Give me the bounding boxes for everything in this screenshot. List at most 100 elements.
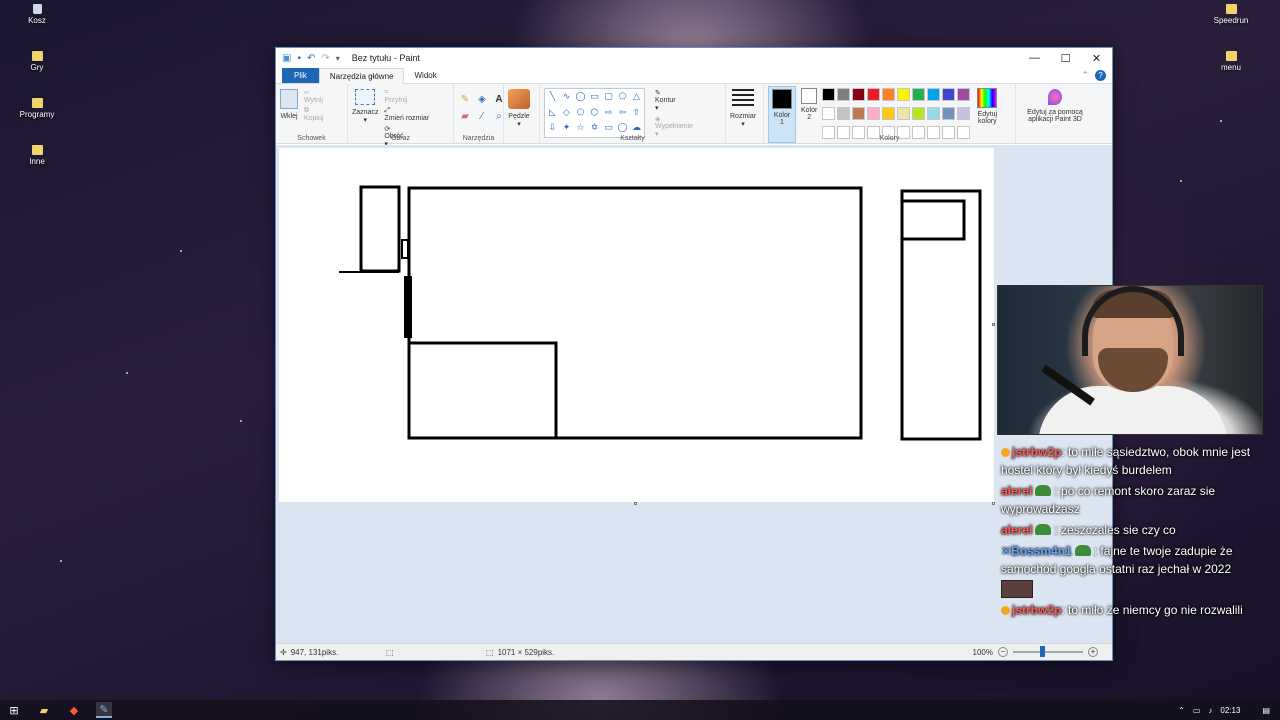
paste-button[interactable]: Wklej (280, 86, 298, 120)
windows-start-icon[interactable]: ⊞ (6, 702, 22, 718)
drawing-canvas[interactable] (279, 148, 994, 502)
resize-handle-bottom[interactable] (634, 502, 637, 505)
palette-swatch[interactable] (822, 107, 836, 120)
shapes-gallery[interactable]: ╲ ∿ ◯ ▭ ▢ ⬠ △ ◺ ◇ ⬠ ⬡ ⇨ ⇦ ⇧ ⇩ ✦ ☆ ✡ ▭ ◯ ☁ (544, 88, 645, 138)
browser-icon[interactable]: ◆ (66, 702, 82, 718)
copy-button[interactable]: ⧉ Kopiuj (304, 107, 323, 122)
notifications-icon[interactable]: ▤ (1262, 706, 1270, 715)
palette-swatch[interactable] (942, 107, 956, 120)
fill-bucket-icon[interactable]: ◈ (475, 94, 489, 105)
palette-swatch[interactable] (882, 107, 896, 120)
palette-swatch[interactable] (837, 107, 851, 120)
palette-swatch[interactable] (882, 88, 896, 101)
right-triangle-shape-icon[interactable]: ◺ (546, 106, 559, 121)
size-button[interactable]: Rozmiar ▾ (730, 86, 756, 128)
cursor-position-icon: ✛ (280, 647, 287, 657)
file-explorer-icon[interactable]: ▰ (36, 702, 52, 718)
diamond-shape-icon[interactable]: ◇ (560, 106, 573, 121)
select-button[interactable]: Zaznacz ▾ (352, 86, 378, 124)
polygon-shape-icon[interactable]: ⬠ (616, 90, 629, 105)
collapse-ribbon-icon[interactable]: ⌃ (1081, 70, 1089, 81)
crop-button[interactable]: ⌗ Przytnij (384, 89, 429, 104)
desktop-icon-recycle-bin[interactable]: Kosz (5, 4, 69, 25)
resize-button[interactable]: ⤢ Zmień rozmiar (384, 107, 429, 122)
clock[interactable]: 02:13 (1220, 706, 1240, 715)
triangle-shape-icon[interactable]: △ (630, 90, 643, 105)
rectangle-shape-icon[interactable]: ▭ (588, 90, 601, 105)
minimize-icon[interactable]: — (1019, 52, 1050, 65)
brushes-button[interactable]: Pędzle ▾ (508, 86, 530, 128)
desktop-icon-programs[interactable]: Programy (5, 98, 69, 119)
palette-swatch[interactable] (942, 88, 956, 101)
palette-swatch[interactable] (867, 88, 881, 101)
palette-swatch[interactable] (912, 88, 926, 101)
line-shape-icon[interactable]: ╲ (546, 90, 559, 105)
zoom-out-button[interactable]: − (998, 647, 1008, 657)
network-icon[interactable]: ▭ (1193, 706, 1201, 715)
pencil-icon[interactable]: ✎ (458, 94, 472, 105)
callout-oval-shape-icon[interactable]: ◯ (616, 121, 629, 136)
four-point-star-shape-icon[interactable]: ✦ (560, 121, 573, 136)
palette-swatch[interactable] (852, 88, 866, 101)
canvas-workspace (276, 145, 1112, 645)
help-icon[interactable]: ? (1095, 70, 1106, 81)
paint-taskbar-icon[interactable]: ✎ (96, 702, 112, 718)
star (1220, 120, 1222, 122)
zoom-slider[interactable] (1013, 646, 1083, 657)
chat-username: jstrbw2p (1012, 603, 1062, 617)
six-point-star-shape-icon[interactable]: ✡ (588, 121, 601, 136)
right-arrow-shape-icon[interactable]: ⇨ (602, 106, 615, 121)
outline-button[interactable]: ✎ Kontur ▾ (655, 89, 693, 112)
volume-icon[interactable]: ♪ (1208, 706, 1212, 715)
paint3d-button[interactable]: Edytuj za pomocą aplikacji Paint 3D (1020, 86, 1090, 123)
callout-cloud-shape-icon[interactable]: ☁ (630, 121, 643, 136)
zoom-in-button[interactable]: + (1088, 647, 1098, 657)
paint3d-icon (1048, 89, 1062, 105)
palette-swatch[interactable] (927, 107, 941, 120)
resize-handle-corner[interactable] (992, 502, 995, 505)
desktop-icon-speedrun[interactable]: Speedrun (1199, 4, 1263, 25)
close-icon[interactable]: ✕ (1081, 52, 1112, 65)
quick-access-dropdown-icon[interactable]: ▾ (336, 54, 340, 63)
tab-view[interactable]: Widok (404, 68, 446, 83)
tab-file[interactable]: Plik (282, 68, 319, 83)
rounded-rectangle-shape-icon[interactable]: ▢ (602, 90, 615, 105)
callout-rectangle-shape-icon[interactable]: ▭ (602, 121, 615, 136)
palette-swatch[interactable] (957, 107, 971, 120)
down-arrow-shape-icon[interactable]: ⇩ (546, 121, 559, 136)
tray-chevron-icon[interactable]: ⌃ (1178, 706, 1185, 715)
chat-message: alerel: po co remont skoro zaraz sie wyp… (1001, 482, 1263, 518)
resize-handle-right[interactable] (992, 323, 995, 326)
fill-icon: ◈ (655, 116, 661, 123)
left-arrow-shape-icon[interactable]: ⇦ (616, 106, 629, 121)
palette-swatch[interactable] (822, 88, 836, 101)
pentagon-shape-icon[interactable]: ⬠ (574, 106, 587, 121)
tab-home[interactable]: Narzędzia główne (318, 68, 405, 84)
sword-badge-icon: ✕ (1001, 544, 1012, 558)
oval-shape-icon[interactable]: ◯ (574, 90, 587, 105)
curve-shape-icon[interactable]: ∿ (560, 90, 573, 105)
hexagon-shape-icon[interactable]: ⬡ (588, 106, 601, 121)
desktop-icon-menu[interactable]: menu (1199, 51, 1263, 72)
five-point-star-shape-icon[interactable]: ☆ (574, 121, 587, 136)
up-arrow-shape-icon[interactable]: ⇧ (630, 106, 643, 121)
palette-swatch[interactable] (897, 107, 911, 120)
palette-swatch[interactable] (897, 88, 911, 101)
desktop-icon-games[interactable]: Gry (5, 51, 69, 72)
color-picker-icon[interactable]: ⁄ (475, 111, 489, 122)
zoom-slider-thumb[interactable] (1040, 646, 1045, 657)
palette-swatch[interactable] (867, 107, 881, 120)
eraser-icon[interactable]: ▰ (458, 111, 472, 122)
palette-swatch[interactable] (912, 107, 926, 120)
redo-icon[interactable]: ↷ (321, 53, 329, 64)
palette-swatch[interactable] (837, 88, 851, 101)
palette-swatch[interactable] (852, 107, 866, 120)
undo-icon[interactable]: ↶ (307, 53, 315, 64)
save-icon[interactable]: ▪ (297, 53, 301, 64)
maximize-icon[interactable]: ☐ (1050, 52, 1081, 65)
group-brushes: Pędzle ▾ (504, 84, 540, 143)
desktop-icon-other[interactable]: Inne (5, 145, 69, 166)
palette-swatch[interactable] (927, 88, 941, 101)
palette-swatch[interactable] (957, 88, 971, 101)
cut-button[interactable]: ✂ Wytnij (304, 89, 323, 104)
